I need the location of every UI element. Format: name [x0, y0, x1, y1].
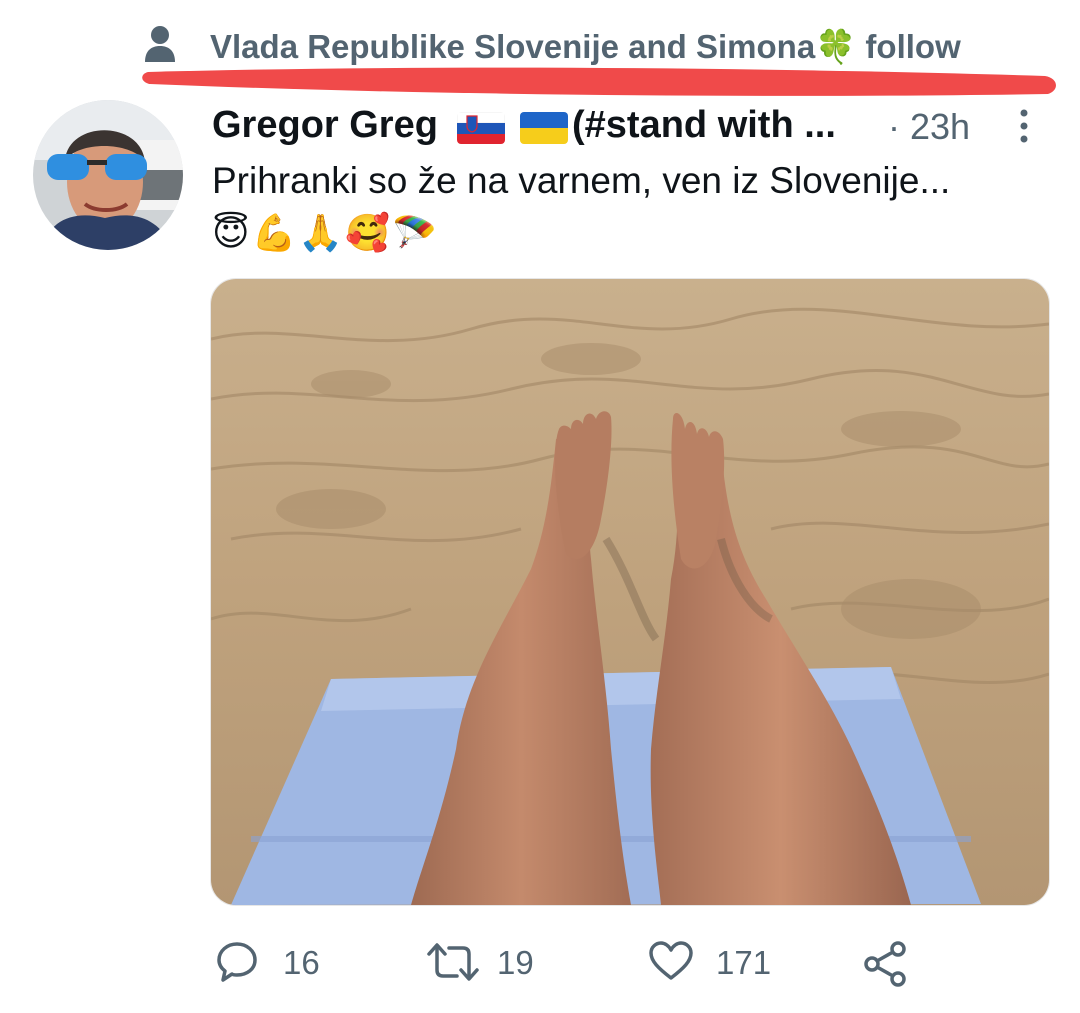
share-icon [864, 941, 906, 987]
tweet-emojis: 😇💪🙏🥰🪂 [212, 213, 439, 254]
retweet-icon [427, 943, 479, 981]
tweet-header: Gregor Greg (#stand with ... · 23h [212, 102, 1042, 152]
heart-icon [649, 941, 693, 980]
tweet-text: Prihranki so že na varnem, ven iz Sloven… [212, 160, 951, 201]
reply-icon [217, 942, 257, 982]
red-highlight-underline [142, 67, 1056, 96]
slovenia-flag-icon [457, 112, 505, 144]
reply-button[interactable]: 16 [215, 936, 335, 990]
time-separator: · [888, 106, 900, 147]
more-options-icon[interactable] [1018, 108, 1030, 144]
like-button[interactable]: 171 [648, 936, 778, 990]
retweet-count: 19 [497, 944, 534, 981]
timestamp[interactable]: 23h [910, 106, 970, 148]
tweet-media-image[interactable] [210, 278, 1050, 906]
beach-legs-photo [211, 279, 1049, 905]
ukraine-flag-icon [520, 112, 568, 144]
avatar-image [33, 100, 183, 250]
reply-count: 16 [283, 944, 320, 981]
like-count: 171 [716, 944, 772, 981]
share-button[interactable] [862, 936, 912, 990]
avatar[interactable] [33, 100, 183, 250]
author-name-suffix[interactable]: (#stand with ... [572, 104, 836, 147]
author-name[interactable]: Gregor Greg [212, 104, 438, 147]
retweet-button[interactable]: 19 [425, 936, 555, 990]
